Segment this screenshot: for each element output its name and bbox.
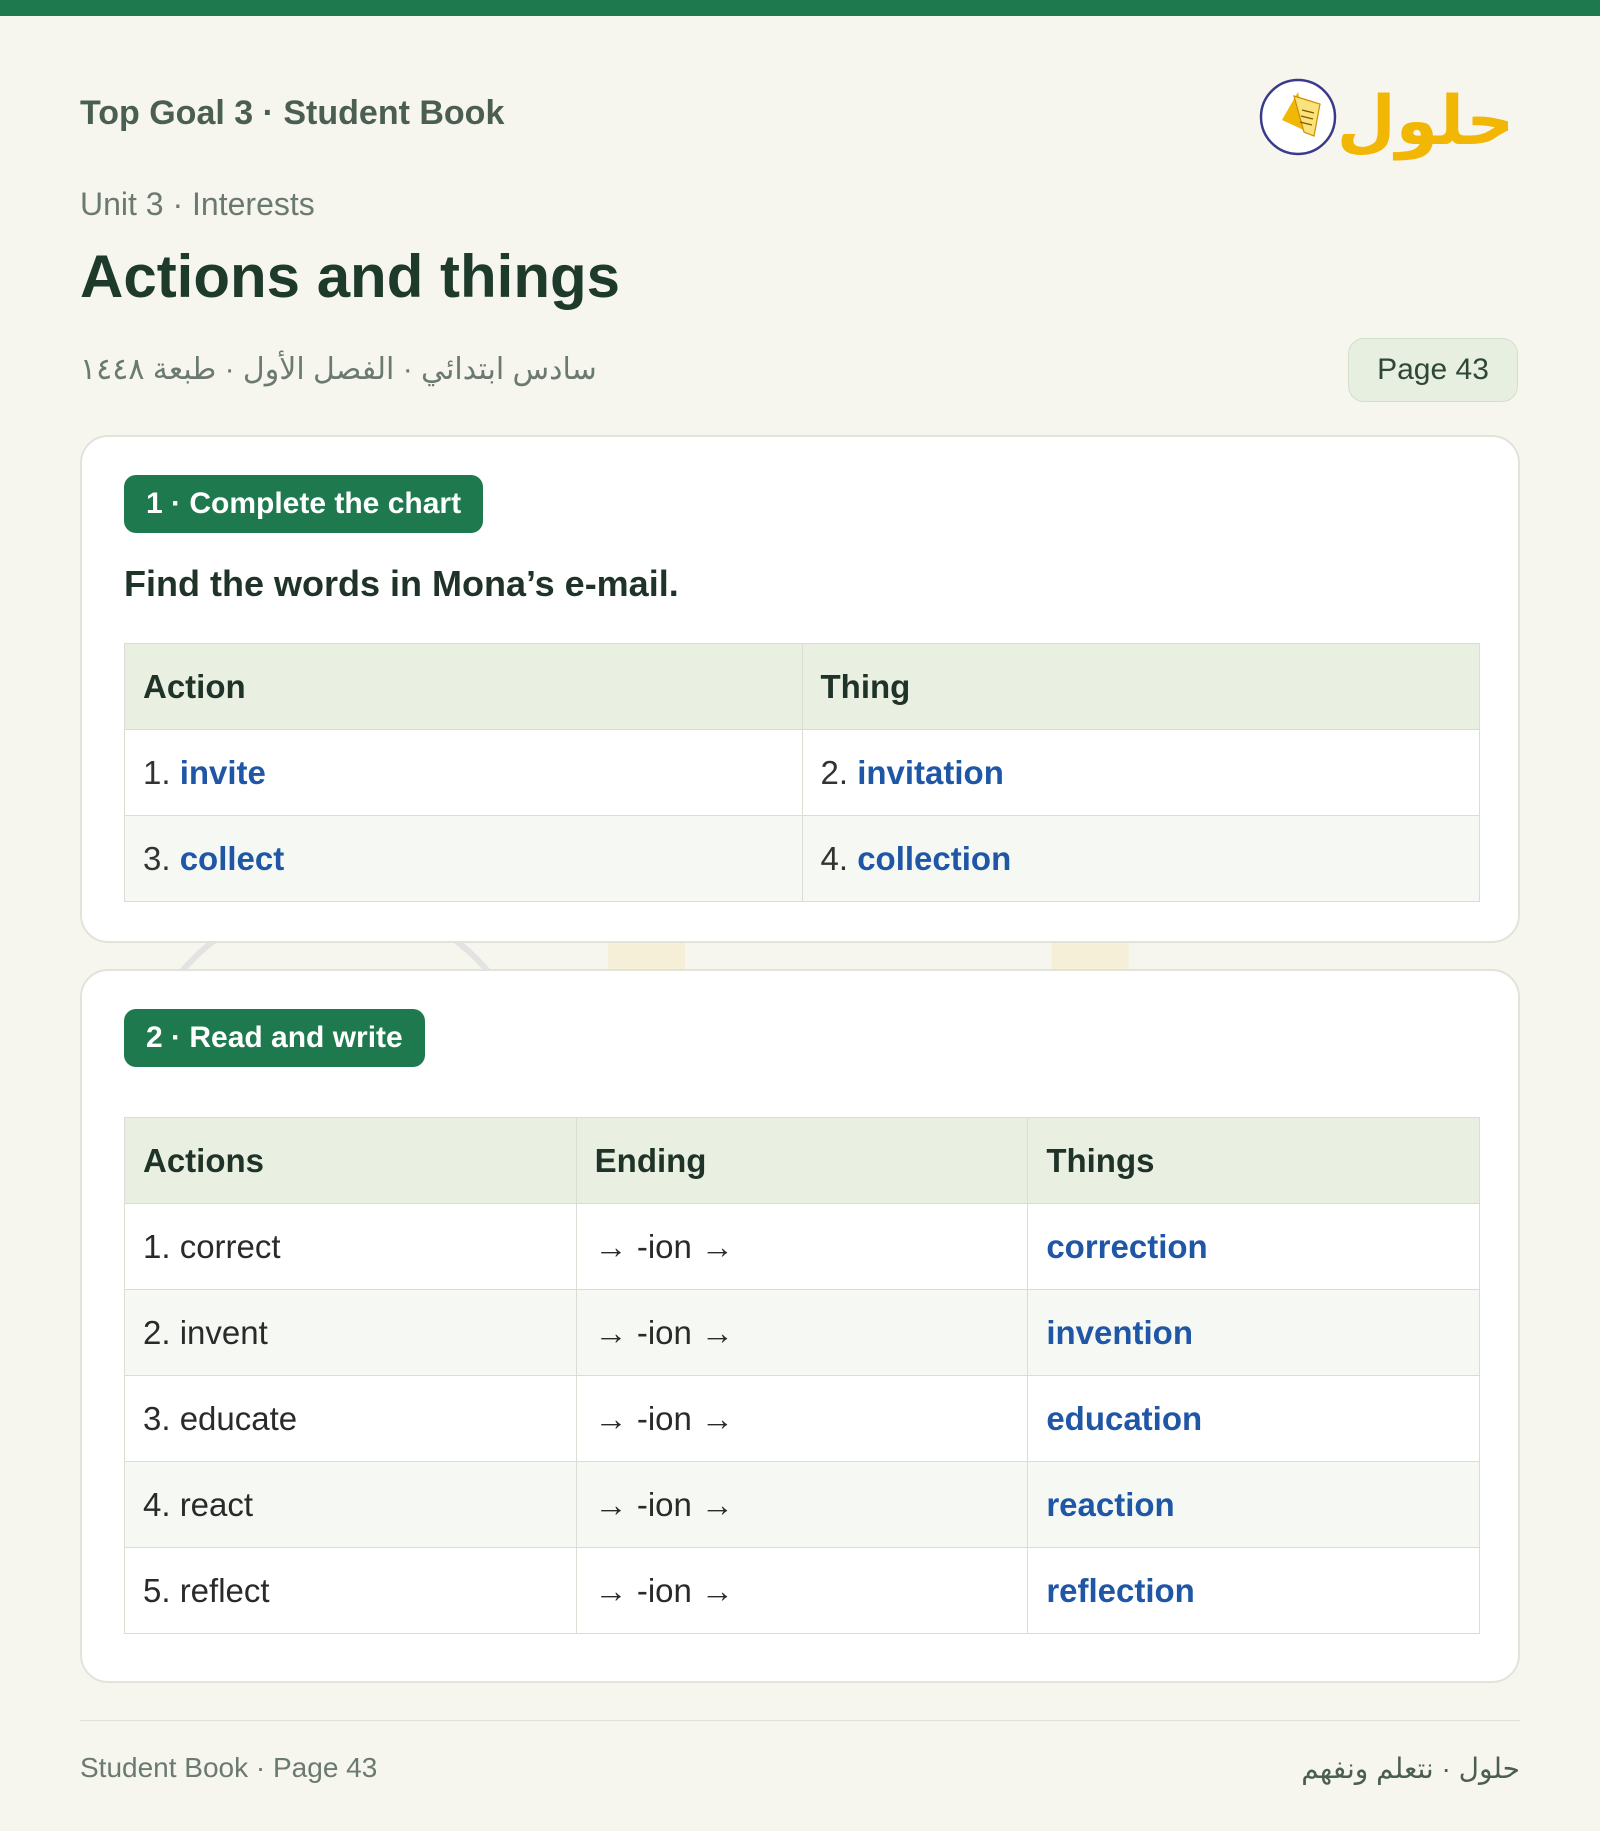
exercise-2-label: 2 · Read and write <box>124 1009 425 1067</box>
action-thing-table: Action Thing 1. invite 2. invitation 3. … <box>124 643 1480 902</box>
answer-word: invite <box>179 753 266 791</box>
answer-word: invention <box>1027 1289 1480 1376</box>
suffix-ending: → -ion → <box>575 1375 1029 1462</box>
column-header-actions: Actions <box>124 1117 577 1204</box>
action-word: 5. reflect <box>124 1547 577 1634</box>
top-accent-bar <box>0 0 1600 16</box>
table-row: 4. react → -ion → reaction <box>124 1461 1480 1548</box>
table-row: 1. invite 2. invitation <box>124 729 1480 816</box>
answer-word: education <box>1027 1375 1480 1462</box>
answer-word: reflection <box>1027 1547 1480 1634</box>
column-header-ending: Ending <box>575 1117 1029 1204</box>
exercise-1-instruction: Find the words in Mona’s e-mail. <box>124 563 679 604</box>
footer-page-label: Student Book · Page 43 <box>80 1752 378 1783</box>
read-and-write-card: 2 · Read and write Actions Ending Things… <box>80 969 1520 1683</box>
actions-ending-things-table: Actions Ending Things 1. correct → -ion … <box>124 1117 1480 1634</box>
answer-word: invitation <box>857 753 1004 791</box>
book-title: Top Goal 3 · Student Book <box>80 94 505 132</box>
answer-word: correction <box>1027 1203 1480 1290</box>
footer-brand-tagline: حلول · نتعلم ونفهم <box>1301 1753 1520 1784</box>
answer-word: collect <box>179 839 285 877</box>
complete-chart-card: 1 · Complete the chart Find the words in… <box>80 435 1520 943</box>
page-number-badge: Page 43 <box>1348 338 1518 402</box>
hulul-logo: حلول <box>1259 78 1508 161</box>
table-cell: 2. invitation <box>801 729 1480 816</box>
column-header-things: Things <box>1027 1117 1480 1204</box>
logo-wordmark: حلول <box>1337 82 1508 161</box>
suffix-ending: → -ion → <box>575 1461 1029 1548</box>
action-word: 3. educate <box>124 1375 577 1462</box>
grade-term-edition: سادس ابتدائي · الفصل الأول · طبعة ١٤٤٨ <box>80 353 597 386</box>
suffix-ending: → -ion → <box>575 1547 1029 1634</box>
table-row: 5. reflect → -ion → reflection <box>124 1547 1480 1634</box>
exercise-1-label: 1 · Complete the chart <box>124 475 484 533</box>
table-row: 3. collect 4. collection <box>124 815 1480 902</box>
footer-divider <box>80 1720 1520 1721</box>
answer-word: reaction <box>1027 1461 1480 1548</box>
table-cell: 1. invite <box>124 729 803 816</box>
table-row: 2. invent → -ion → invention <box>124 1289 1480 1376</box>
action-word: 4. react <box>124 1461 577 1548</box>
answer-word: collection <box>857 839 1012 877</box>
action-word: 1. correct <box>124 1203 577 1290</box>
table-row: 3. educate → -ion → education <box>124 1375 1480 1462</box>
column-header-action: Action <box>124 643 803 730</box>
page-title: Actions and things <box>80 243 620 310</box>
table-row: 1. correct → -ion → correction <box>124 1203 1480 1290</box>
suffix-ending: → -ion → <box>575 1289 1029 1376</box>
action-word: 2. invent <box>124 1289 577 1376</box>
suffix-ending: → -ion → <box>575 1203 1029 1290</box>
unit-label: Unit 3 · Interests <box>80 186 315 222</box>
table-cell: 3. collect <box>124 815 803 902</box>
column-header-thing: Thing <box>801 643 1480 730</box>
table-cell: 4. collection <box>801 815 1480 902</box>
